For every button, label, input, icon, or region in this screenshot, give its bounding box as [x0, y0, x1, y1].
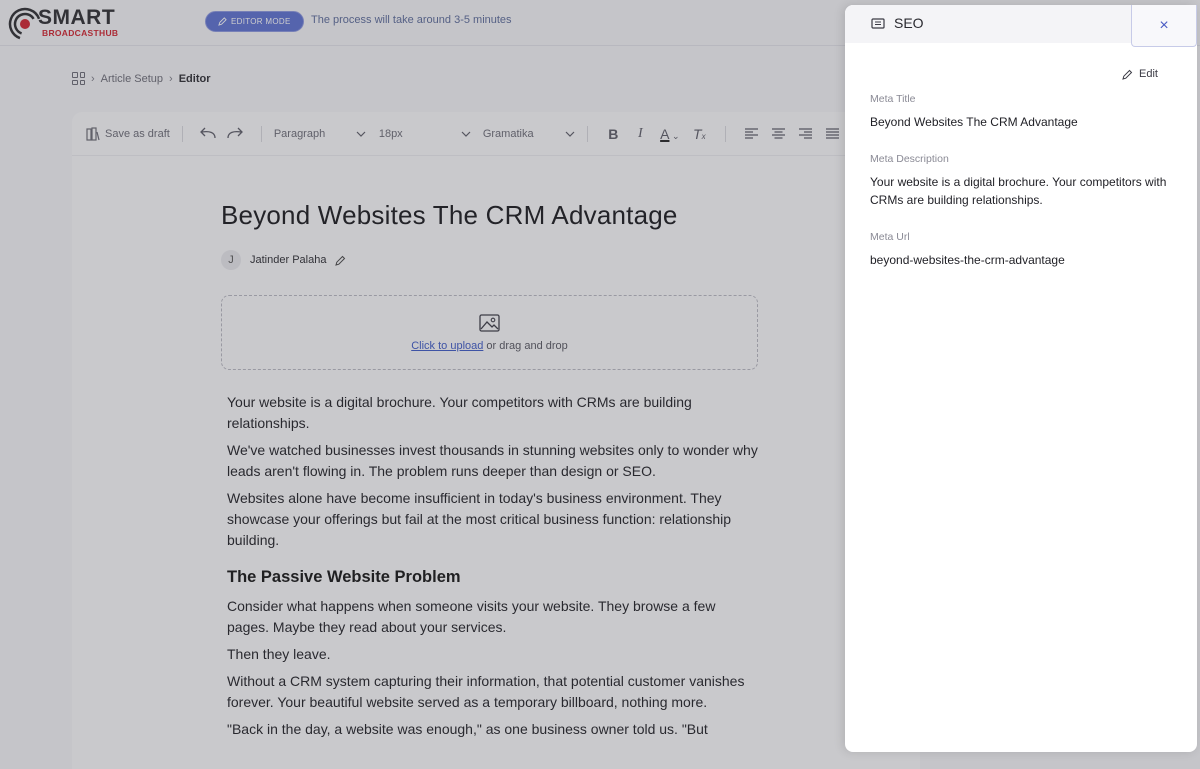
- close-button[interactable]: ×: [1131, 5, 1197, 47]
- seo-panel: SEO × Edit Meta Title Beyond Websites Th…: [845, 5, 1197, 752]
- edit-seo-button[interactable]: Edit: [1122, 68, 1158, 80]
- seo-document-icon: [871, 17, 885, 29]
- meta-title-value: Beyond Websites The CRM Advantage: [870, 115, 1078, 129]
- meta-url-label: Meta Url: [870, 231, 910, 243]
- seo-panel-title: SEO: [871, 15, 924, 31]
- meta-description-label: Meta Description: [870, 153, 949, 165]
- edit-label: Edit: [1139, 68, 1158, 80]
- meta-title-label: Meta Title: [870, 93, 916, 105]
- pencil-icon: [1122, 69, 1133, 80]
- meta-description-value: Your website is a digital brochure. Your…: [870, 175, 1167, 207]
- meta-url-value: beyond-websites-the-crm-advantage: [870, 253, 1065, 267]
- seo-title-text: SEO: [894, 15, 924, 31]
- close-icon: ×: [1159, 16, 1169, 34]
